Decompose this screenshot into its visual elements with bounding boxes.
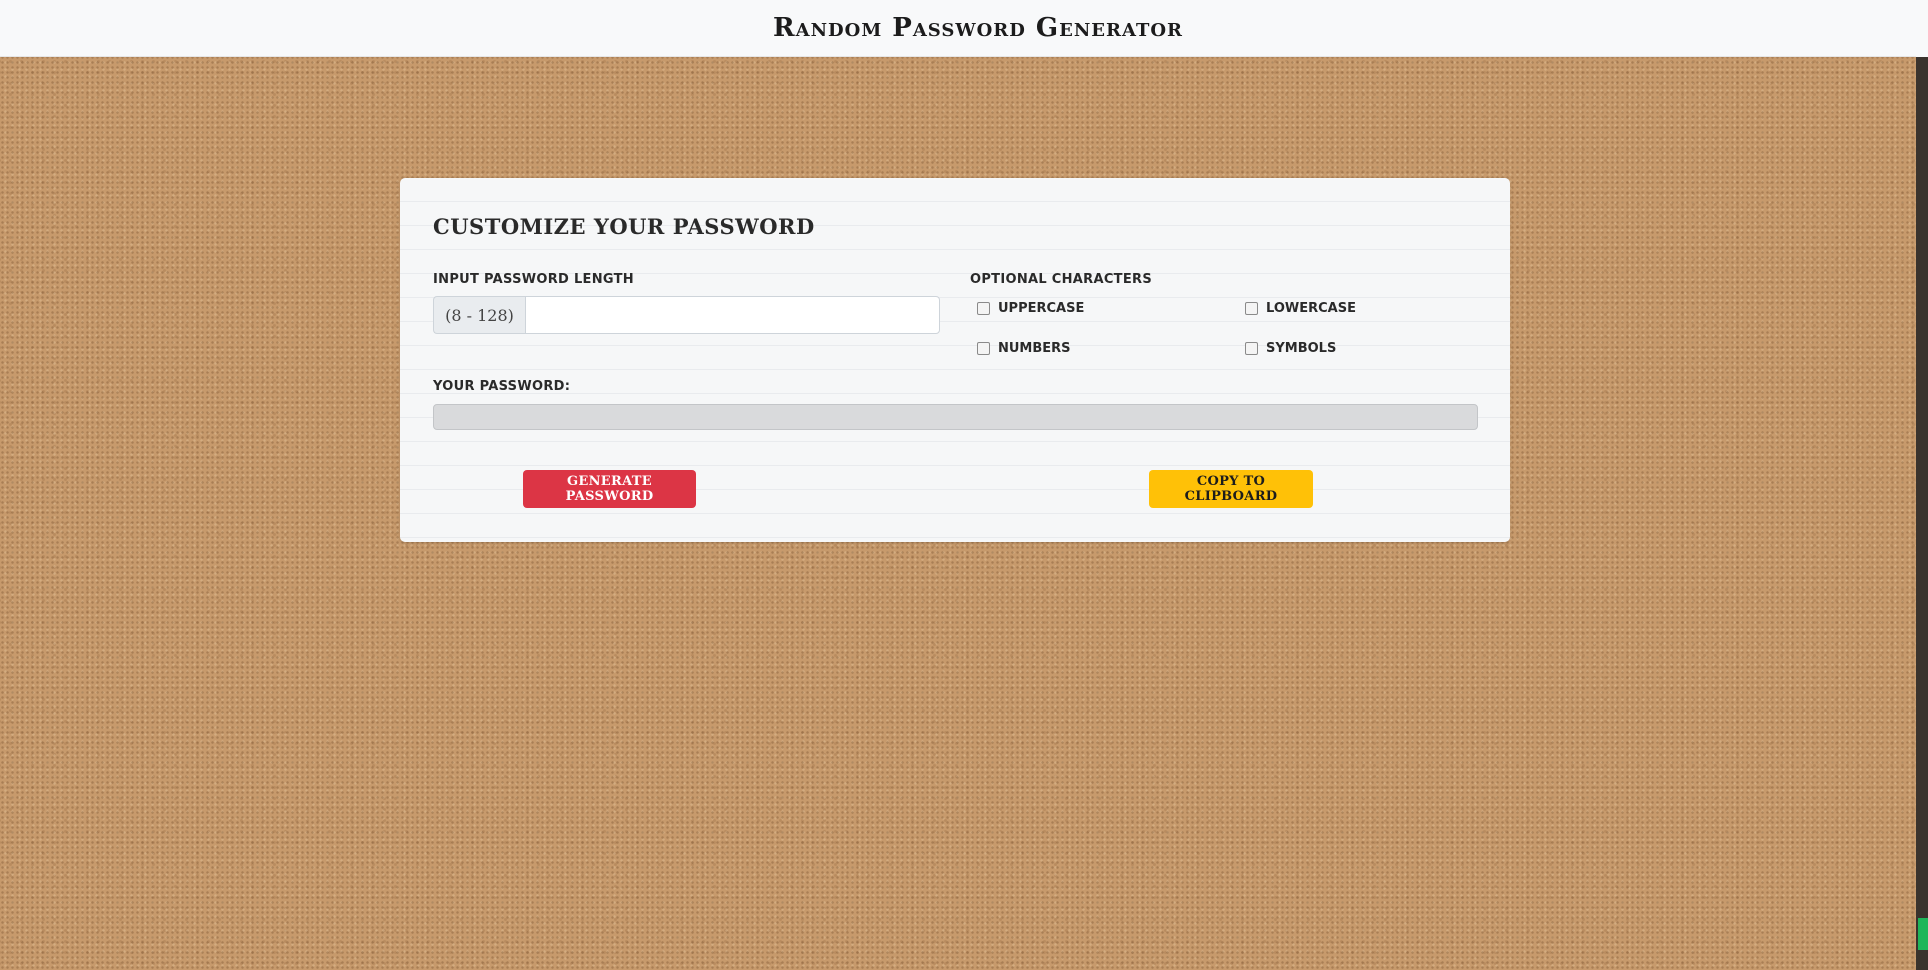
length-range-addon: (8 - 128): [433, 296, 525, 334]
numbers-checkbox[interactable]: [977, 342, 990, 355]
uppercase-option[interactable]: Uppercase: [977, 301, 1084, 316]
password-output[interactable]: [433, 404, 1478, 430]
card-title: Customize Your Password: [433, 214, 815, 239]
password-label: Your Password:: [433, 379, 571, 394]
length-label: Input Password Length: [433, 272, 634, 287]
copy-to-clipboard-button[interactable]: Copy to Clipboard: [1149, 470, 1313, 508]
page-title: Random Password Generator: [773, 13, 1183, 43]
length-input[interactable]: [525, 296, 940, 334]
uppercase-label: Uppercase: [998, 301, 1085, 316]
symbols-option[interactable]: Symbols: [1245, 341, 1336, 356]
lowercase-checkbox[interactable]: [1245, 302, 1258, 315]
navbar: Random Password Generator: [0, 0, 1916, 57]
status-indicator: [1918, 918, 1928, 950]
lowercase-option[interactable]: Lowercase: [1245, 301, 1356, 316]
uppercase-checkbox[interactable]: [977, 302, 990, 315]
lowercase-label: Lowercase: [1266, 301, 1356, 316]
numbers-option[interactable]: Numbers: [977, 341, 1071, 356]
numbers-label: Numbers: [998, 341, 1071, 356]
length-input-group: (8 - 128): [433, 296, 940, 334]
window-edge: [1916, 0, 1928, 970]
generate-password-button[interactable]: Generate Password: [523, 470, 696, 508]
optional-characters-label: Optional Characters: [970, 272, 1152, 287]
symbols-label: Symbols: [1266, 341, 1337, 356]
password-card: Customize Your Password Input Password L…: [400, 178, 1510, 542]
symbols-checkbox[interactable]: [1245, 342, 1258, 355]
